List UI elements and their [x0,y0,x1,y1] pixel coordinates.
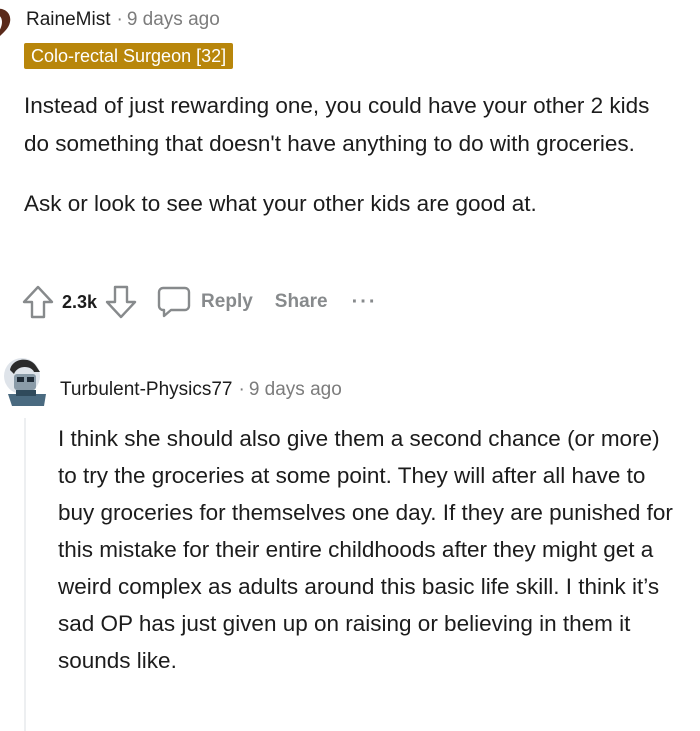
reply-button[interactable]: Reply [157,286,253,318]
upvote-button[interactable] [22,285,54,319]
comment-paragraph: I think she should also give them a seco… [58,426,673,673]
reply-label: Reply [201,291,253,312]
user-flair-badge: Colo-rectal Surgeon [32] [24,43,234,69]
avatar-icon[interactable] [0,350,52,410]
comment-paragraph: Ask or look to see what your other kids … [24,191,537,216]
comment-body: I think she should also give them a seco… [58,420,678,679]
comment-meta: Turbulent-Physics77 · 9 days ago [60,378,342,402]
timestamp[interactable]: 9 days ago [127,9,220,30]
more-options-button[interactable]: ··· [352,291,378,314]
comment-paragraph: Instead of just rewarding one, you could… [24,93,650,156]
share-button[interactable]: Share [275,291,328,313]
timestamp[interactable]: 9 days ago [249,379,342,400]
meta-separator: · [238,379,245,400]
downvote-icon [105,285,137,319]
upvote-icon [22,285,54,319]
thread-line[interactable] [24,418,26,731]
comment-body: Instead of just rewarding one, you could… [24,87,674,223]
user-avatar-icon[interactable] [0,6,14,40]
downvote-button[interactable] [105,285,137,319]
username-link[interactable]: RaineMist [26,9,110,30]
username-link[interactable]: Turbulent-Physics77 [60,379,232,400]
vote-count: 2.3k [62,291,98,312]
comment-bubble-icon [157,286,191,318]
comment-action-bar: 2.3k Reply Share ··· [22,284,378,320]
comment-meta: RaineMist · 9 days ago [26,8,220,32]
meta-separator: · [116,9,123,30]
